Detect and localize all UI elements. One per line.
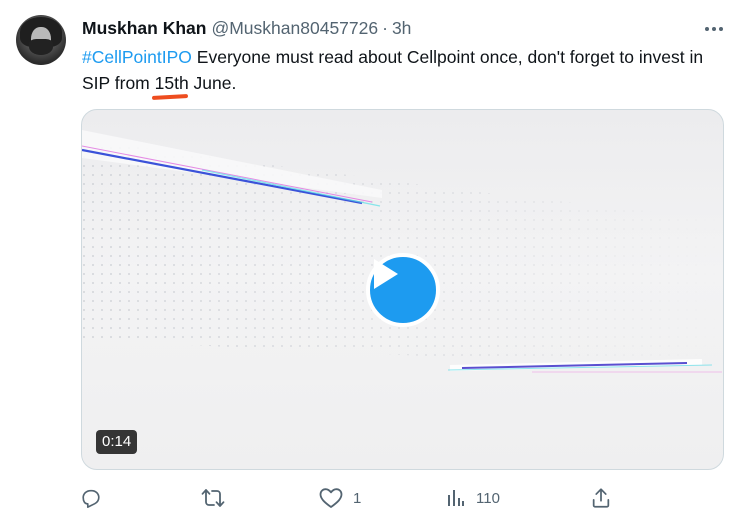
avatar[interactable]: [16, 15, 66, 65]
tweet-text-part1: Everyone must read about Cellpoint once,…: [191, 47, 704, 67]
video-duration: 0:14: [96, 430, 138, 454]
like-count: 1: [353, 489, 362, 507]
like-button[interactable]: 1: [319, 482, 361, 514]
video-player[interactable]: 0:14: [81, 109, 724, 470]
tweet-header: Muskhan Khan @Muskhan80457726 · 3h: [82, 17, 411, 39]
reply-icon: [82, 489, 100, 508]
play-button[interactable]: [366, 253, 440, 327]
like-icon: [319, 488, 343, 508]
reply-button[interactable]: [80, 482, 112, 514]
retweet-icon: [201, 489, 225, 507]
share-icon: [592, 488, 610, 508]
share-button[interactable]: [590, 482, 612, 514]
tweet-text-part2: from 15th June.: [109, 73, 237, 93]
hashtag-link[interactable]: #CellPointIPO: [82, 47, 192, 67]
more-options-button[interactable]: [700, 18, 728, 40]
author-handle[interactable]: @Muskhan80457726: [211, 18, 378, 39]
author-name[interactable]: Muskhan Khan: [82, 18, 206, 39]
more-icon: [705, 27, 709, 31]
views-count: 110: [476, 489, 500, 507]
retweet-button[interactable]: [201, 482, 235, 514]
tweet-timestamp[interactable]: 3h: [392, 18, 411, 39]
tweet-actions: 1 110: [0, 482, 740, 514]
tweet-text-highlight: SIP: [82, 73, 110, 93]
annotation-underline: [151, 94, 189, 100]
play-icon: [374, 259, 398, 289]
views-icon: [448, 490, 464, 506]
views-button[interactable]: 110: [446, 482, 500, 514]
tweet-text: #CellPointIPO Everyone must read about C…: [82, 44, 722, 96]
separator-dot: ·: [382, 17, 388, 38]
